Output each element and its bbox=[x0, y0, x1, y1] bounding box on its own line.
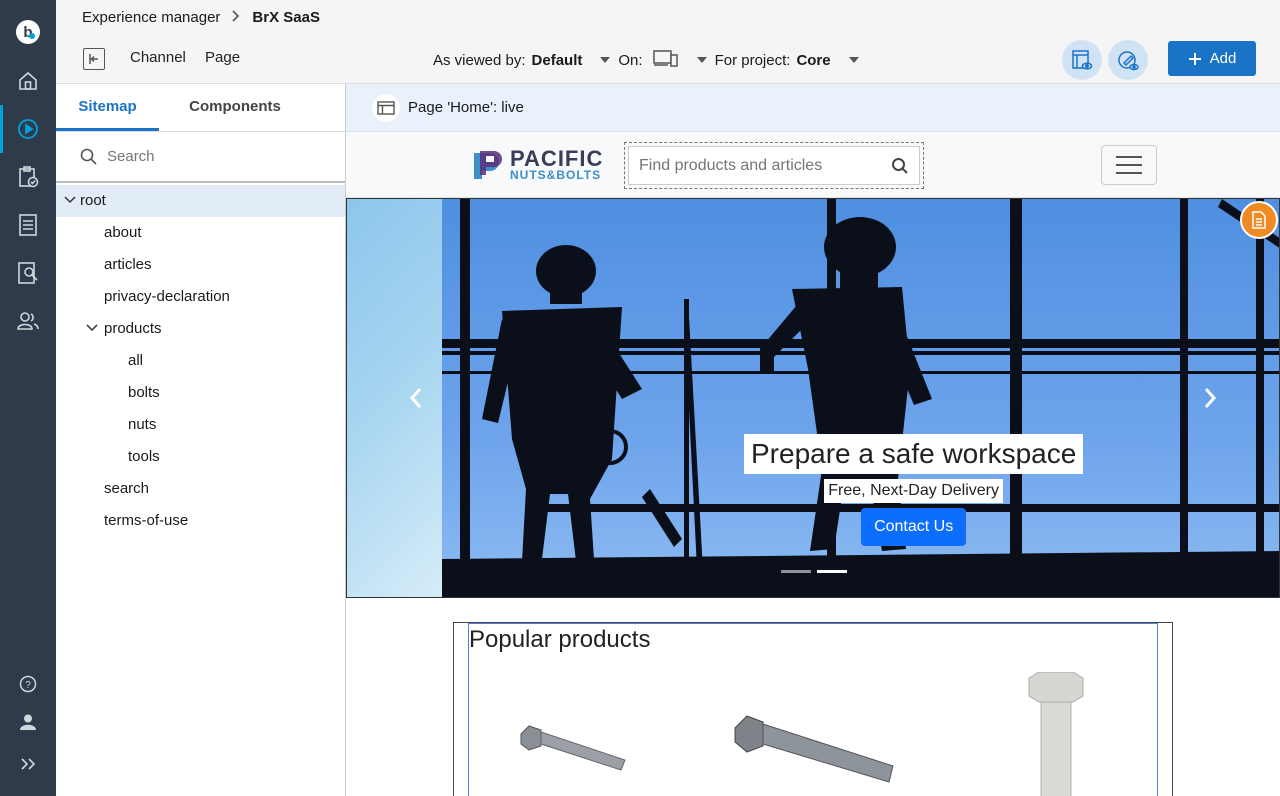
product-bolt-small[interactable] bbox=[499, 666, 629, 796]
tree-item-label: root bbox=[80, 192, 106, 209]
project-value[interactable]: Core bbox=[796, 52, 830, 69]
popular-products-section: Popular products bbox=[453, 622, 1173, 796]
tree-item-articles[interactable]: articles bbox=[56, 249, 345, 281]
breadcrumb-current: BrX SaaS bbox=[252, 8, 320, 26]
site-header: PACIFIC NUTS&BOLTS bbox=[346, 133, 1280, 198]
preview-page-button[interactable] bbox=[1062, 40, 1102, 80]
viewed-by-label: As viewed by: bbox=[433, 51, 526, 69]
search-icon[interactable] bbox=[891, 157, 909, 175]
sitemap-tree: root about articles privacy-declaration … bbox=[56, 183, 345, 537]
chevron-right-icon bbox=[232, 9, 240, 26]
device-dropdown-icon[interactable] bbox=[696, 57, 707, 63]
tree-item-about[interactable]: about bbox=[56, 217, 345, 249]
popular-products-container: Popular products bbox=[468, 623, 1158, 796]
tree-item-root[interactable]: root bbox=[56, 185, 345, 217]
search-icon bbox=[80, 148, 97, 165]
site-search-input[interactable] bbox=[639, 156, 879, 175]
page-status-text: Page 'Home': live bbox=[408, 99, 524, 116]
edit-content-icon[interactable] bbox=[1240, 201, 1278, 239]
sitemap-search bbox=[56, 132, 345, 183]
page-menu-button[interactable]: Page bbox=[205, 49, 240, 66]
tree-item-label: nuts bbox=[128, 416, 157, 433]
svg-text:?: ? bbox=[25, 680, 31, 691]
tree-item-label: privacy-declaration bbox=[104, 288, 230, 305]
content-icon[interactable] bbox=[0, 201, 56, 249]
viewed-by-value[interactable]: Default bbox=[532, 52, 583, 69]
toggle-sidebar-button[interactable] bbox=[83, 48, 105, 70]
experience-manager-icon[interactable] bbox=[0, 105, 56, 153]
hero-subtitle: Free, Next-Day Delivery bbox=[824, 479, 1003, 503]
add-button[interactable]: Add bbox=[1168, 41, 1256, 76]
pacific-logo-icon bbox=[474, 151, 502, 179]
projects-icon[interactable] bbox=[0, 153, 56, 201]
channel-menu-button[interactable]: Channel bbox=[130, 49, 186, 66]
on-label: On: bbox=[618, 51, 643, 69]
tree-item-bolts[interactable]: bolts bbox=[56, 377, 345, 409]
expand-rail-icon[interactable] bbox=[0, 740, 56, 788]
carousel-indicator[interactable] bbox=[781, 570, 811, 573]
project-dropdown-icon[interactable] bbox=[848, 57, 859, 63]
site-search-container bbox=[624, 142, 924, 189]
hero-previous-slide-edge bbox=[347, 199, 442, 597]
tree-item-label: products bbox=[104, 320, 162, 337]
tree-item-products[interactable]: products bbox=[56, 313, 345, 345]
contact-us-button[interactable]: Contact Us bbox=[861, 508, 967, 546]
brand-logo-icon[interactable]: b bbox=[0, 8, 56, 56]
product-bolt-long[interactable] bbox=[729, 666, 899, 796]
page-preview: Page 'Home': live PACIFIC NUTS&BOLTS Fin… bbox=[346, 84, 1280, 796]
menu-toggle-button[interactable] bbox=[1101, 145, 1157, 185]
tree-item-label: all bbox=[128, 352, 144, 369]
tree-item-label: articles bbox=[104, 256, 152, 273]
tree-item-label: about bbox=[104, 224, 142, 241]
page-status-bar: Page 'Home': live bbox=[346, 84, 1280, 132]
tree-item-search[interactable]: search bbox=[56, 473, 345, 505]
add-button-label: Add bbox=[1209, 50, 1237, 67]
toolbar: Channel Page As viewed by: Default On: F… bbox=[56, 34, 1280, 84]
home-icon[interactable] bbox=[0, 57, 56, 105]
hero-carousel: Prepare a safe workspace Free, Next-Day … bbox=[346, 198, 1280, 598]
panel-tabs: Sitemap Components bbox=[56, 84, 345, 132]
carousel-prev-icon[interactable] bbox=[409, 387, 423, 409]
view-options: As viewed by: Default On: For project: C… bbox=[433, 49, 859, 71]
tree-item-all[interactable]: all bbox=[56, 345, 345, 377]
tree-item-label: terms-of-use bbox=[104, 512, 189, 529]
tree-item-privacy-declaration[interactable]: privacy-declaration bbox=[56, 281, 345, 313]
site-logo[interactable]: PACIFIC NUTS&BOLTS bbox=[470, 146, 604, 182]
carousel-indicator-active[interactable] bbox=[817, 570, 847, 573]
chevron-down-icon[interactable] bbox=[86, 324, 98, 332]
viewed-by-dropdown-icon[interactable] bbox=[600, 57, 611, 63]
hero-caption: Prepare a safe workspace Free, Next-Day … bbox=[744, 434, 1084, 546]
logo-word-nuts-bolts: NUTS&BOLTS bbox=[510, 168, 602, 182]
users-icon[interactable] bbox=[0, 297, 56, 345]
sitemap-search-input[interactable] bbox=[107, 148, 307, 165]
tree-item-label: search bbox=[104, 480, 150, 497]
edit-mode-button[interactable] bbox=[1108, 40, 1148, 80]
tree-item-terms-of-use[interactable]: terms-of-use bbox=[56, 505, 345, 537]
tree-item-label: bolts bbox=[128, 384, 160, 401]
content-search-icon[interactable] bbox=[0, 249, 56, 297]
chevron-down-icon[interactable] bbox=[64, 196, 76, 204]
breadcrumb: Experience manager BrX SaaS bbox=[56, 0, 1280, 34]
carousel-next-icon[interactable] bbox=[1203, 387, 1217, 409]
plus-icon bbox=[1188, 52, 1201, 65]
device-icon[interactable] bbox=[652, 49, 679, 71]
hero-title: Prepare a safe workspace bbox=[744, 434, 1084, 474]
page-layout-icon[interactable] bbox=[372, 93, 400, 122]
tree-item-label: tools bbox=[128, 448, 160, 465]
section-title: Popular products bbox=[469, 626, 651, 653]
user-profile-icon[interactable] bbox=[0, 698, 56, 746]
tab-components[interactable]: Components bbox=[171, 84, 299, 131]
product-bolt-galvanized[interactable] bbox=[1021, 672, 1091, 796]
logo-word-pacific: PACIFIC bbox=[510, 146, 604, 171]
tree-item-tools[interactable]: tools bbox=[56, 441, 345, 473]
sitemap-panel: Sitemap Components root about articles p… bbox=[56, 84, 346, 796]
left-rail: b ? bbox=[0, 0, 56, 796]
tree-item-nuts[interactable]: nuts bbox=[56, 409, 345, 441]
project-label: For project: bbox=[714, 51, 791, 69]
breadcrumb-app[interactable]: Experience manager bbox=[82, 9, 220, 26]
tab-sitemap[interactable]: Sitemap bbox=[56, 84, 159, 131]
